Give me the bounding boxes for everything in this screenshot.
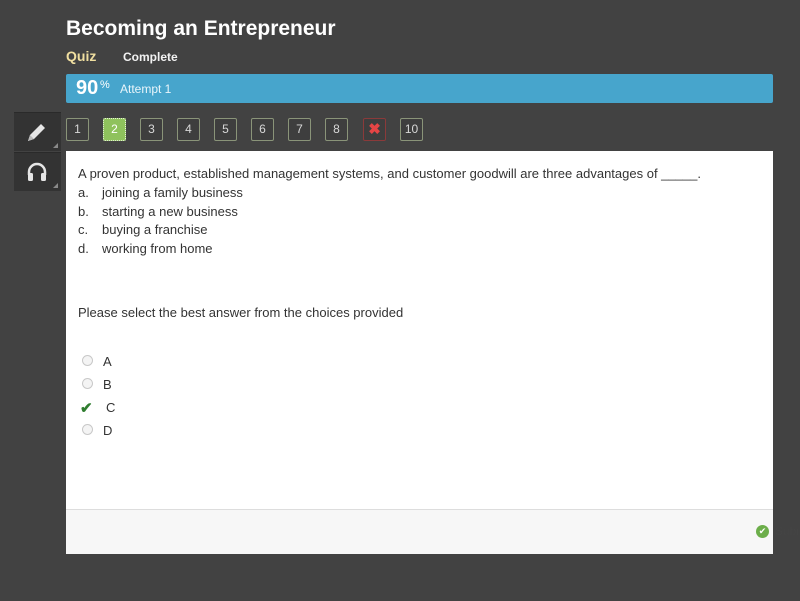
question-nav-3[interactable]: 3 bbox=[140, 118, 163, 141]
checkmark-icon: ✔ bbox=[80, 400, 93, 417]
choice-text: buying a franchise bbox=[102, 222, 208, 238]
answer-prompt: Please select the best answer from the c… bbox=[78, 305, 404, 320]
option-label: C bbox=[106, 400, 116, 415]
activity-status-label: Complete bbox=[123, 50, 178, 64]
activity-type-label: Quiz bbox=[66, 48, 97, 64]
score-unit: % bbox=[100, 79, 110, 91]
choice-letter: d. bbox=[78, 240, 89, 256]
question-nav-5[interactable]: 5 bbox=[214, 118, 237, 141]
expand-corner bbox=[53, 143, 58, 148]
radio-button[interactable] bbox=[82, 355, 93, 366]
choice-text: starting a new business bbox=[102, 203, 238, 219]
question-nav-2[interactable]: 2 bbox=[103, 118, 126, 141]
question-nav-7[interactable]: 7 bbox=[288, 118, 311, 141]
audio-tool-button[interactable] bbox=[14, 152, 61, 191]
choice-letter: b. bbox=[78, 203, 89, 219]
choice-text: working from home bbox=[102, 240, 213, 256]
pencil-tool-button[interactable] bbox=[14, 112, 61, 151]
question-text: A proven product, established management… bbox=[78, 166, 701, 181]
incorrect-x-icon: ✖ bbox=[368, 121, 381, 138]
question-nav-9-incorrect[interactable]: ✖ bbox=[363, 118, 386, 141]
score-bar: 90 % Attempt 1 bbox=[66, 74, 773, 103]
score-value: 90 bbox=[76, 77, 99, 99]
check-circle-icon: ✔ bbox=[756, 525, 769, 538]
course-title: Becoming an Entrepreneur bbox=[66, 17, 336, 40]
option-label: D bbox=[103, 423, 113, 438]
choice-letter: a. bbox=[78, 185, 89, 200]
question-nav-6[interactable]: 6 bbox=[251, 118, 274, 141]
attempt-label: Attempt 1 bbox=[120, 82, 172, 96]
choice-text: joining a family business bbox=[102, 185, 243, 200]
question-panel: A proven product, established management… bbox=[66, 151, 800, 554]
headphones-icon bbox=[27, 162, 47, 181]
question-nav-10[interactable]: 10 bbox=[400, 118, 423, 141]
submitted-label: Submitted bbox=[775, 524, 800, 538]
pencil-icon bbox=[28, 124, 45, 141]
radio-button[interactable] bbox=[82, 378, 93, 389]
option-label: B bbox=[103, 377, 112, 392]
question-nav-8[interactable]: 8 bbox=[325, 118, 348, 141]
question-nav-4[interactable]: 4 bbox=[177, 118, 200, 141]
expand-corner bbox=[53, 183, 58, 188]
choice-letter: c. bbox=[78, 222, 89, 238]
option-label: A bbox=[103, 354, 112, 369]
radio-button[interactable] bbox=[82, 424, 93, 435]
panel-footer: ✔ Submitted bbox=[66, 509, 800, 554]
question-nav-1[interactable]: 1 bbox=[66, 118, 89, 141]
